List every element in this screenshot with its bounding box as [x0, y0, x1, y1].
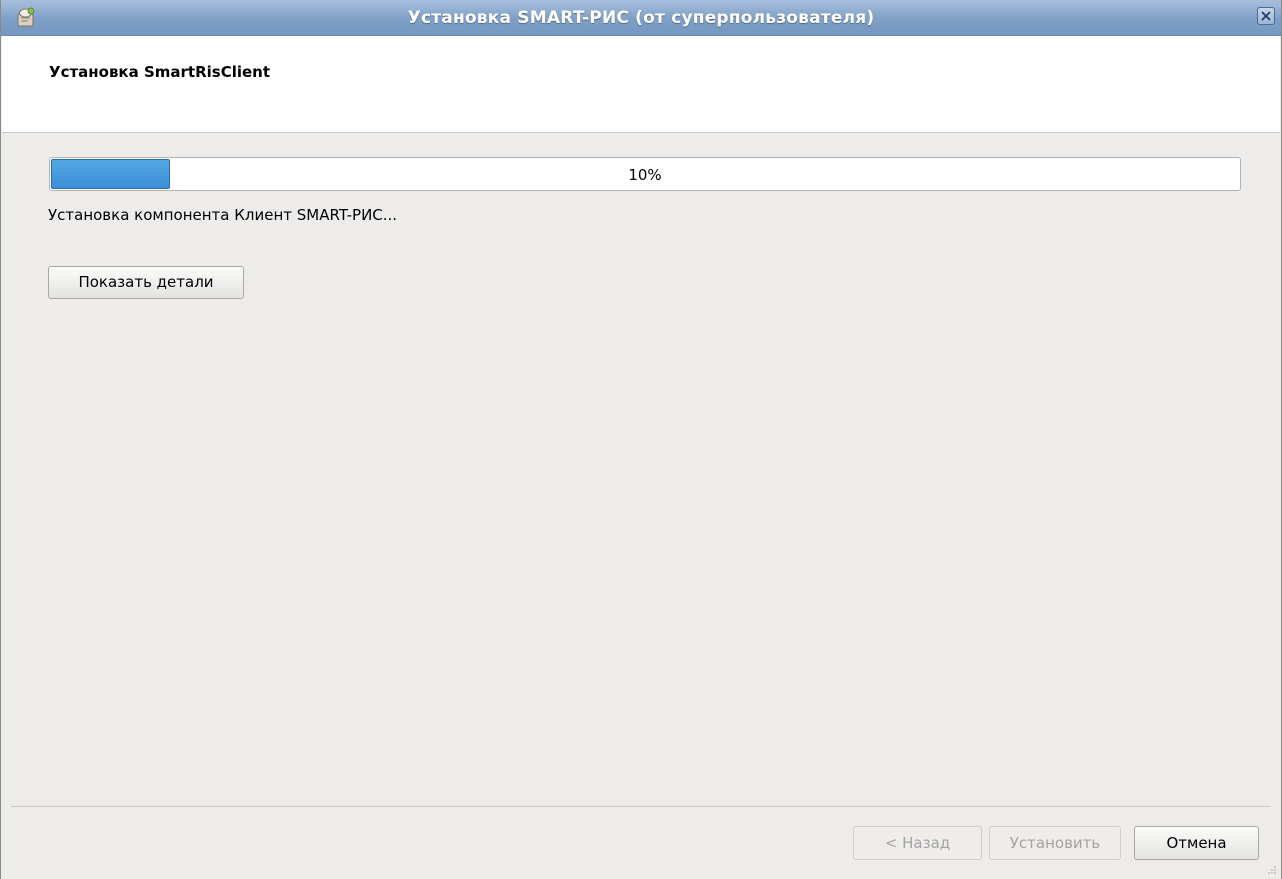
close-button[interactable] — [1257, 7, 1275, 25]
close-icon — [1261, 11, 1271, 21]
progress-label: 10% — [628, 166, 662, 184]
window-title: Установка SMART-РИС (от суперпользовател… — [407, 8, 875, 28]
install-progress-bar: 10% — [49, 157, 1241, 191]
installer-window: Установка SMART-РИС (от суперпользовател… — [0, 0, 1282, 879]
status-text: Установка компонента Клиент SMART-РИС... — [48, 206, 398, 224]
back-button[interactable]: < Назад — [853, 826, 982, 860]
show-details-button[interactable]: Показать детали — [48, 266, 244, 299]
page-title: Установка SmartRisClient — [49, 63, 271, 81]
footer-divider — [11, 806, 1271, 807]
install-button[interactable]: Установить — [989, 826, 1121, 860]
resize-grip-icon[interactable] — [1265, 863, 1277, 875]
cancel-button[interactable]: Отмена — [1134, 826, 1259, 860]
wizard-header: Установка SmartRisClient — [2, 36, 1280, 133]
title-bar[interactable]: Установка SMART-РИС (от суперпользовател… — [1, 0, 1281, 36]
